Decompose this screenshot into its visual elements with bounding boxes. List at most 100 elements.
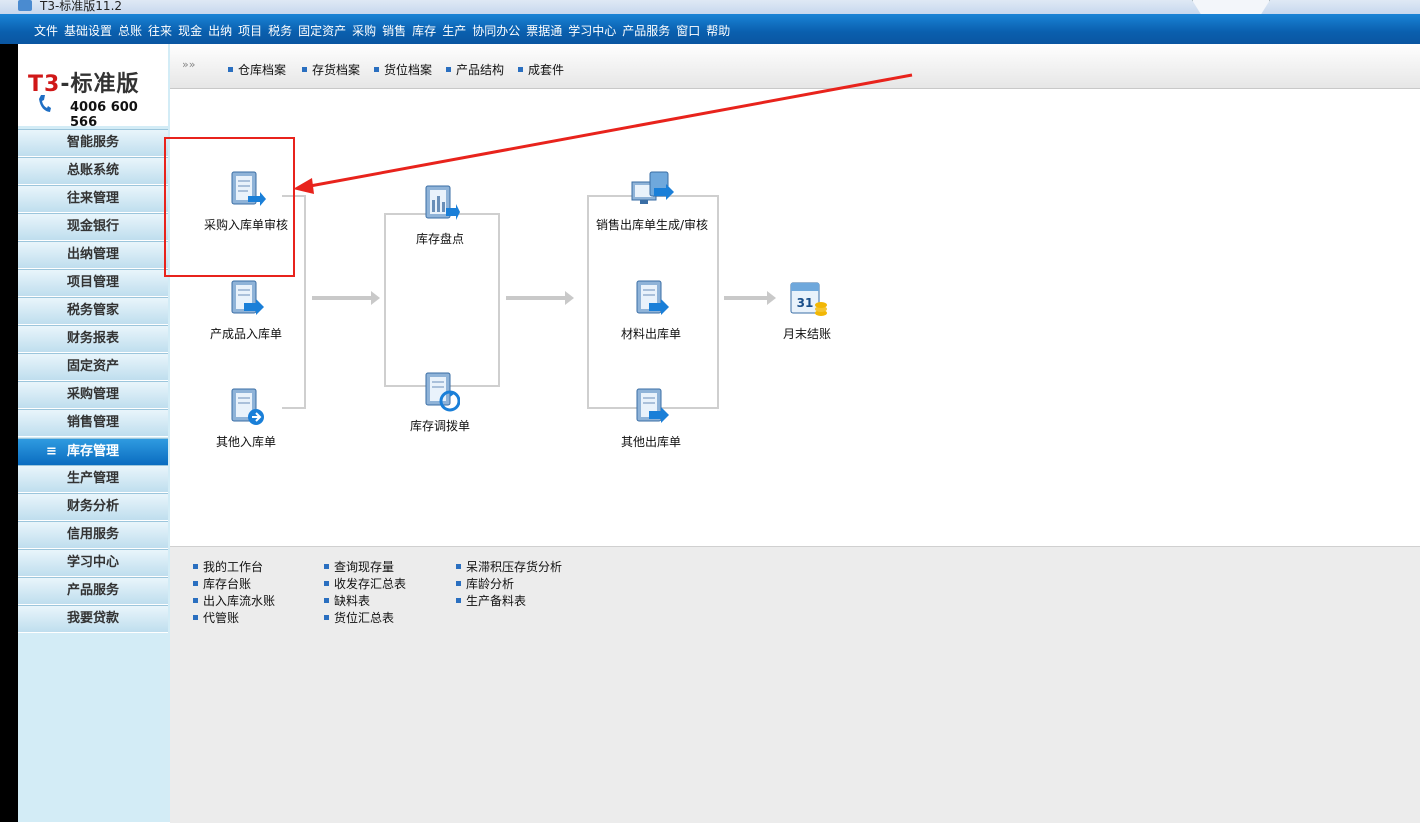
- menu-bar: 文件 基础设置 总账 往来 现金 出纳 项目 税务 固定资产 采购 销售 库存 …: [0, 14, 1420, 44]
- node-transfer[interactable]: 库存调拨单: [390, 369, 490, 434]
- bullet-icon: [374, 67, 379, 72]
- document-icon: [231, 280, 264, 315]
- toolbar-location-file[interactable]: 货位档案: [374, 61, 432, 78]
- document-icon: [636, 388, 669, 423]
- sidebar-item-purchase[interactable]: 采购管理: [18, 381, 168, 409]
- window-badge-icon[interactable]: [1192, 0, 1270, 15]
- sidebar-item-product-service[interactable]: 产品服务: [18, 577, 168, 605]
- toolbar-warehouse[interactable]: 仓库档案: [228, 61, 286, 78]
- menu-lines-icon: ≡: [46, 444, 57, 459]
- menu-cash[interactable]: 现金: [178, 22, 202, 39]
- node-material-issue[interactable]: 材料出库单: [601, 277, 701, 342]
- sidebar-item-learning[interactable]: 学习中心: [18, 549, 168, 577]
- bullet-icon: [324, 615, 329, 620]
- sidebar-item-reports[interactable]: 财务报表: [18, 325, 168, 353]
- calendar-icon: 31: [790, 282, 827, 316]
- report-inout-summary[interactable]: 收发存汇总表: [324, 575, 406, 592]
- highlight-box: [164, 137, 295, 277]
- menu-learning[interactable]: 学习中心: [568, 22, 616, 39]
- report-my-workbench[interactable]: 我的工作台: [193, 558, 263, 575]
- bullet-icon: [193, 615, 198, 620]
- report-consignment[interactable]: 代管账: [193, 609, 239, 626]
- sidebar-item-analysis[interactable]: 财务分析: [18, 493, 168, 521]
- bullet-icon: [193, 564, 198, 569]
- menu-cashier[interactable]: 出纳: [208, 22, 232, 39]
- report-material-prep[interactable]: 生产备料表: [456, 592, 526, 609]
- menu-purchase[interactable]: 采购: [352, 22, 376, 39]
- window-title: T3-标准版11.2: [40, 0, 123, 13]
- bullet-icon: [446, 67, 451, 72]
- menu-help[interactable]: 帮助: [706, 22, 730, 39]
- sidebar-item-cash-bank[interactable]: 现金银行: [18, 213, 168, 241]
- phone-number: 4006 600 566: [70, 100, 138, 130]
- report-shortage[interactable]: 缺料表: [324, 592, 370, 609]
- toolbar-product-structure[interactable]: 产品结构: [446, 61, 504, 78]
- menu-file[interactable]: 文件: [34, 22, 58, 39]
- menu-fixed-assets[interactable]: 固定资产: [298, 22, 346, 39]
- bullet-icon: [302, 67, 307, 72]
- checklist-icon: [425, 185, 460, 220]
- node-sales-issue[interactable]: 销售出库单生成/审核: [592, 168, 712, 233]
- computer-document-icon: [631, 171, 674, 204]
- report-flow-ledger[interactable]: 出入库流水账: [193, 592, 275, 609]
- node-stocktake[interactable]: 库存盘点: [390, 182, 490, 247]
- menu-accounts[interactable]: 往来: [148, 22, 172, 39]
- sidebar-item-inventory[interactable]: ≡ 库存管理: [18, 438, 168, 466]
- node-other-receipt[interactable]: 其他入库单: [196, 385, 296, 450]
- bullet-icon: [456, 581, 461, 586]
- sidebar-item-production[interactable]: 生产管理: [18, 465, 168, 493]
- transfer-icon: [425, 372, 460, 412]
- toolbar-kit[interactable]: 成套件: [518, 61, 564, 78]
- title-bar: T3-标准版11.2: [0, 0, 1420, 15]
- menu-product-service[interactable]: 产品服务: [622, 22, 670, 39]
- expand-arrows-icon[interactable]: »»: [182, 58, 195, 71]
- app-icon: [18, 0, 32, 11]
- svg-text:31: 31: [797, 296, 814, 310]
- bullet-icon: [456, 598, 461, 603]
- bullet-icon: [324, 564, 329, 569]
- sidebar-item-general-ledger[interactable]: 总账系统: [18, 157, 168, 185]
- sidebar-item-project[interactable]: 项目管理: [18, 269, 168, 297]
- report-stock-ledger[interactable]: 库存台账: [193, 575, 251, 592]
- node-month-end[interactable]: 31 月末结账: [762, 277, 852, 342]
- menu-production[interactable]: 生产: [442, 22, 466, 39]
- sidebar-item-cashier[interactable]: 出纳管理: [18, 241, 168, 269]
- bullet-icon: [228, 67, 233, 72]
- bullet-icon: [193, 581, 198, 586]
- menu-bills[interactable]: 票据通: [526, 22, 562, 39]
- sidebar-item-tax[interactable]: 税务管家: [18, 297, 168, 325]
- bullet-icon: [456, 564, 461, 569]
- menu-inventory[interactable]: 库存: [412, 22, 436, 39]
- report-location-summary[interactable]: 货位汇总表: [324, 609, 394, 626]
- bullet-icon: [518, 67, 523, 72]
- sidebar-item-credit[interactable]: 信用服务: [18, 521, 168, 549]
- menu-project[interactable]: 项目: [238, 22, 262, 39]
- sidebar-item-accounts[interactable]: 往来管理: [18, 185, 168, 213]
- node-other-issue[interactable]: 其他出库单: [601, 385, 701, 450]
- toolbar-inventory-file[interactable]: 存货档案: [302, 61, 360, 78]
- menu-window[interactable]: 窗口: [676, 22, 700, 39]
- report-aging[interactable]: 库龄分析: [456, 575, 514, 592]
- report-slow-moving[interactable]: 呆滞积压存货分析: [456, 558, 562, 575]
- phone-icon: [39, 95, 51, 112]
- sidebar-item-loan[interactable]: 我要贷款: [18, 605, 168, 633]
- document-icon: [231, 388, 264, 425]
- toolbar: »» 仓库档案 存货档案 货位档案 产品结构 成套件: [170, 44, 1420, 89]
- flow-arrow-icon: [506, 291, 574, 305]
- left-edge: [0, 44, 18, 822]
- menu-sales[interactable]: 销售: [382, 22, 406, 39]
- sidebar-item-sales[interactable]: 销售管理: [18, 409, 168, 437]
- bullet-icon: [324, 581, 329, 586]
- bullet-icon: [193, 598, 198, 603]
- document-icon: [636, 280, 669, 315]
- bullet-icon: [324, 598, 329, 603]
- report-onhand-query[interactable]: 查询现存量: [324, 558, 394, 575]
- sidebar-item-smart-service[interactable]: 智能服务: [18, 129, 168, 157]
- node-finished-goods-receipt[interactable]: 产成品入库单: [196, 277, 296, 342]
- logo: T3-标准版 4006 600 566: [18, 44, 168, 130]
- sidebar-item-fixed-assets[interactable]: 固定资产: [18, 353, 168, 381]
- menu-collaboration[interactable]: 协同办公: [472, 22, 520, 39]
- menu-general-ledger[interactable]: 总账: [118, 22, 142, 39]
- menu-basic-settings[interactable]: 基础设置: [64, 22, 112, 39]
- menu-tax[interactable]: 税务: [268, 22, 292, 39]
